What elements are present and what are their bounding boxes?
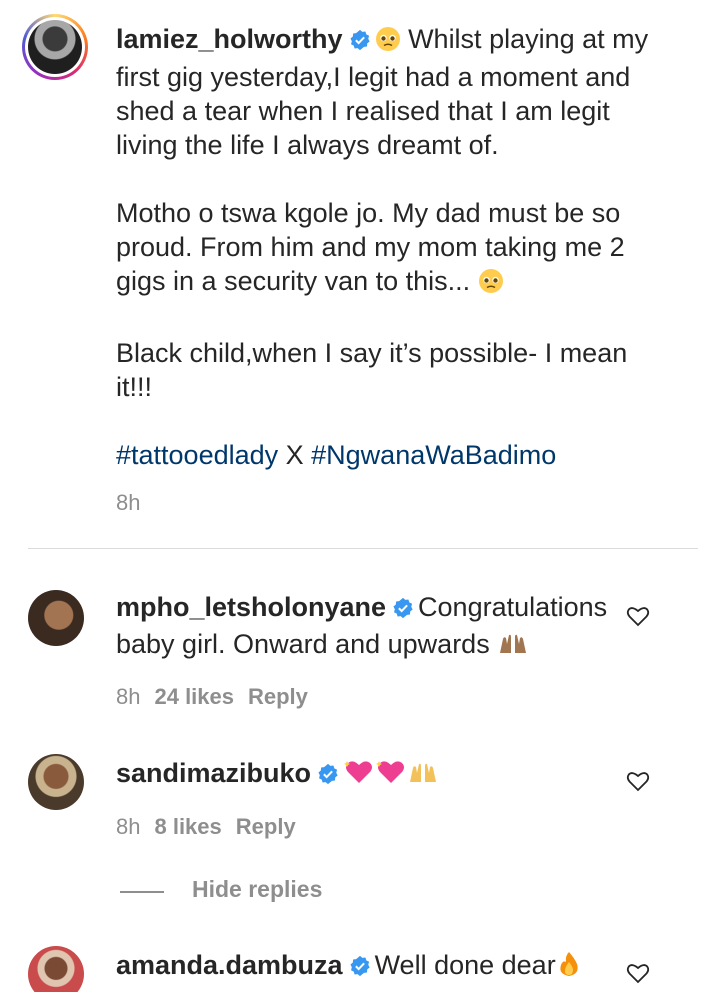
heart-outline-icon[interactable] (626, 770, 650, 792)
comment-text: mpho_letsholonyane Congratulations baby g… (116, 590, 616, 665)
fire-icon (556, 950, 582, 986)
comment-username[interactable]: amanda.dambuza (116, 950, 343, 980)
comment-line: Well done dear (374, 950, 556, 980)
heart-outline-icon[interactable] (626, 962, 650, 984)
heart-outline-icon[interactable] (626, 605, 650, 627)
comment-username[interactable]: mpho_letsholonyane (116, 592, 386, 622)
comment-time: 8h (116, 814, 141, 839)
hashtag-link[interactable]: #NgwanaWaBadimo (311, 440, 556, 470)
hashtag-link[interactable]: #tattooedlady (116, 440, 278, 470)
reply-button[interactable]: Reply (236, 814, 296, 839)
comment-time: 8h (116, 684, 141, 709)
hide-replies-button[interactable]: Hide replies (192, 876, 322, 903)
caption-line: Motho o tswa kgole jo. My dad must be so (116, 198, 621, 228)
comment-text: sandimazibuko (116, 756, 616, 794)
comment-meta: 8h 8 likes Reply (116, 814, 296, 840)
comment-likes[interactable]: 8 likes (154, 814, 221, 839)
hide-replies-line (120, 891, 164, 893)
divider (28, 548, 698, 549)
reply-button[interactable]: Reply (248, 684, 308, 709)
post-time: 8h (116, 490, 141, 515)
verified-icon (317, 759, 339, 793)
verified-icon (392, 593, 414, 627)
comment-avatar[interactable] (28, 590, 84, 646)
comment-avatar[interactable] (28, 754, 84, 810)
post-caption: lamiez_holworthy Whilst playing at my fi… (116, 22, 696, 472)
comment-username[interactable]: sandimazibuko (116, 758, 311, 788)
caption-line: Black child,when I say it’s possible- I … (116, 338, 628, 368)
caption-line: first gig yesterday,I legit had a moment… (116, 62, 631, 92)
pleading-face-icon (375, 26, 401, 60)
caption-line: shed a tear when I realised that I am le… (116, 96, 610, 126)
comment-line: Congratulations (418, 592, 608, 622)
comment-text: amanda.dambuza Well done dear (116, 948, 636, 986)
verified-icon (349, 25, 371, 59)
pleading-face-icon (478, 268, 504, 302)
caption-line: Whilst playing at my (408, 24, 649, 54)
raising-hands-icon (497, 631, 529, 665)
comment-avatar[interactable] (28, 946, 84, 992)
comment-likes[interactable]: 24 likes (154, 684, 234, 709)
caption-line: living the life I always dreamt of. (116, 130, 499, 160)
caption-line: gigs in a security van to this... (116, 266, 471, 296)
post-username[interactable]: lamiez_holworthy (116, 24, 343, 54)
verified-icon (349, 951, 371, 985)
sparkling-heart-icon (375, 758, 407, 794)
comment-meta: 8h 24 likes Reply (116, 684, 308, 710)
post-avatar[interactable] (22, 14, 88, 80)
comment-line: baby girl. Onward and upwards (116, 629, 490, 659)
sparkling-heart-icon (343, 758, 375, 794)
caption-line: it!!! (116, 372, 153, 402)
hashtag-separator: X (278, 440, 312, 470)
caption-line: proud. From him and my mom taking me 2 (116, 232, 625, 262)
raising-hands-icon (407, 760, 439, 794)
